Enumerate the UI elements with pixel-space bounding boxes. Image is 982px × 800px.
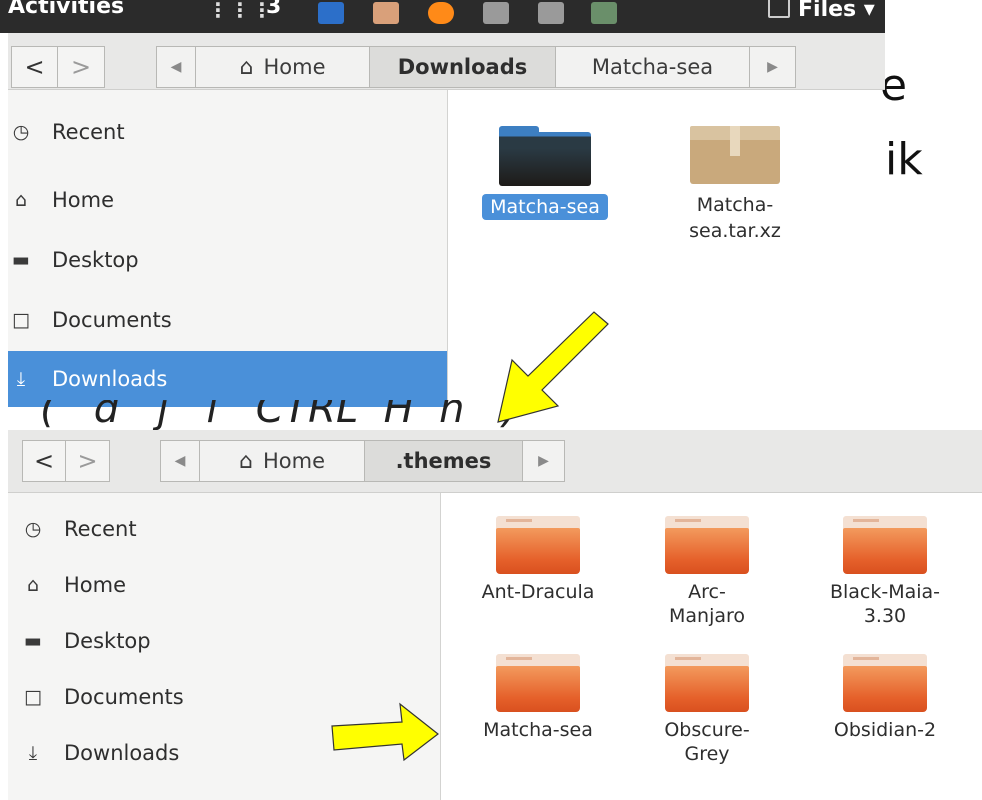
folder-icon (843, 516, 927, 574)
sidebar-item-desktop[interactable]: ▬ Desktop (8, 240, 447, 280)
download-icon: ⤓ (28, 742, 38, 764)
breadcrumb-label: Home (262, 449, 325, 473)
document-icon: □ (24, 686, 42, 708)
breadcrumb-label: Home (263, 55, 326, 79)
sidebar-item-label: Documents (64, 685, 184, 709)
folder-name-line: Matcha-sea (483, 719, 593, 741)
folder-item[interactable]: Obsidian-2 (800, 654, 970, 742)
breadcrumb: ◀ ⌂ Home .themes ▶ (160, 440, 565, 482)
folder-icon (496, 654, 580, 712)
sidebar-item-label: Recent (64, 517, 137, 541)
file-item-archive[interactable]: Matcha- sea.tar.xz (660, 126, 810, 244)
breadcrumb-themes[interactable]: .themes (365, 440, 523, 482)
folder-name-line: Black-Maia- (829, 581, 941, 603)
app-menu[interactable]: Files ▾ (768, 0, 875, 22)
forward-button[interactable]: > (66, 440, 110, 482)
back-button[interactable]: < (11, 46, 58, 88)
arrow-annotation (497, 311, 609, 423)
activities-button[interactable]: Activities (8, 0, 124, 19)
firefox-icon[interactable] (428, 2, 454, 24)
folder-name-line: Ant-Dracula (481, 581, 595, 603)
folder-item[interactable]: Ant-Dracula (458, 516, 618, 604)
home-icon: ⌂ (26, 574, 40, 596)
file-name-line: Matcha- (696, 194, 774, 216)
background-text: ik (885, 134, 923, 185)
breadcrumb-left-arrow[interactable]: ◀ (156, 46, 196, 88)
folder-icon (499, 126, 591, 186)
home-icon: ⌂ (239, 448, 253, 474)
breadcrumb-home[interactable]: ⌂ Home (196, 46, 370, 88)
sidebar-item-label: Desktop (52, 248, 139, 272)
document-icon: □ (12, 309, 30, 331)
taskbar-app-icon[interactable] (538, 2, 564, 24)
sidebar-item-downloads[interactable]: ⤓ Downloads (20, 735, 180, 771)
folder-icon (665, 516, 749, 574)
forward-button[interactable]: > (58, 46, 105, 88)
sidebar-item-label: Recent (52, 120, 125, 144)
app-grid-icon[interactable]: ⋮⋮⋮ (208, 0, 274, 22)
sidebar-item-home[interactable]: ⌂ Home (8, 180, 447, 220)
folder-icon (843, 654, 927, 712)
sidebar-item-label: Downloads (64, 741, 180, 765)
folder-name-line: Obsidian-2 (833, 719, 937, 741)
breadcrumb: ◀ ⌂ Home Downloads Matcha-sea ▶ (156, 46, 796, 88)
taskbar-app-icon[interactable] (373, 2, 399, 24)
home-icon: ⌂ (239, 54, 254, 80)
back-button[interactable]: < (22, 440, 66, 482)
download-icon: ⤓ (16, 368, 26, 390)
app-menu-label: Files ▾ (798, 0, 875, 22)
sidebar-item-home[interactable]: ⌂ Home (20, 567, 126, 603)
workspace-indicator[interactable]: 3 (266, 0, 281, 19)
sidebar-item-recent[interactable]: ◷ Recent (20, 511, 137, 547)
sidebar-item-label: Desktop (64, 629, 151, 653)
sidebar-item-documents[interactable]: □ Documents (20, 679, 184, 715)
nav-buttons: < > (11, 46, 105, 88)
system-monitor-icon[interactable] (591, 2, 617, 24)
archive-icon (690, 126, 780, 184)
arrow-annotation (331, 702, 439, 762)
folder-name-line: Grey (684, 743, 730, 765)
sidebar-item-desktop[interactable]: ▬ Desktop (20, 623, 151, 659)
taskbar-app-icon[interactable] (483, 2, 509, 24)
folder-name-line: Arc- (688, 581, 726, 603)
top-panel: Activities ⋮⋮⋮ 3 Files ▾ (0, 0, 885, 33)
path-bar: < > ◀ ⌂ Home .themes ▶ (8, 430, 982, 493)
background-text: ( d j i CTRL H h ) (40, 400, 519, 430)
breadcrumb-right-arrow[interactable]: ▶ (523, 440, 565, 482)
sidebar-item-label: Downloads (52, 367, 168, 391)
files-icon (768, 0, 790, 18)
path-bar: < > ◀ ⌂ Home Downloads Matcha-sea ▶ (8, 33, 885, 90)
folder-item[interactable]: Black-Maia- 3.30 (800, 516, 970, 628)
sidebar-item-documents[interactable]: □ Documents (8, 300, 447, 340)
sidebar: ◷ Recent ⌂ Home ▬ Desktop □ Documents ⤓ Downl… (8, 90, 448, 407)
clock-icon: ◷ (12, 121, 30, 143)
breadcrumb-left-arrow[interactable]: ◀ (160, 440, 200, 482)
folder-item[interactable]: Obscure- Grey (632, 654, 782, 766)
breadcrumb-downloads[interactable]: Downloads (370, 46, 556, 88)
breadcrumb-home[interactable]: ⌂ Home (200, 440, 365, 482)
folder-name-line: Manjaro (668, 605, 746, 627)
folder-item[interactable]: Arc- Manjaro (632, 516, 782, 628)
folder-icon: ▬ (12, 249, 30, 271)
folder-icon (665, 654, 749, 712)
folder-icon: ▬ (24, 630, 42, 652)
folder-name-line: 3.30 (863, 605, 907, 627)
nav-buttons: < > (22, 440, 110, 482)
taskbar-app-icon[interactable] (318, 2, 344, 24)
file-name-line: sea.tar.xz (689, 220, 781, 242)
breadcrumb-right-arrow[interactable]: ▶ (750, 46, 796, 88)
folder-icon (496, 516, 580, 574)
sidebar-item-label: Home (52, 188, 115, 212)
breadcrumb-matcha-sea[interactable]: Matcha-sea (556, 46, 750, 88)
clock-icon: ◷ (24, 518, 42, 540)
file-name: Matcha-sea (482, 194, 608, 220)
sidebar-item-downloads[interactable]: ⤓ Downloads (8, 351, 447, 407)
sidebar-item-recent[interactable]: ◷ Recent (8, 112, 447, 152)
sidebar-item-label: Home (64, 573, 127, 597)
sidebar-item-label: Documents (52, 308, 172, 332)
file-item-folder[interactable]: Matcha-sea (460, 126, 630, 220)
home-icon: ⌂ (14, 189, 28, 211)
folder-name-line: Obscure- (664, 719, 750, 741)
folder-item[interactable]: Matcha-sea (458, 654, 618, 742)
